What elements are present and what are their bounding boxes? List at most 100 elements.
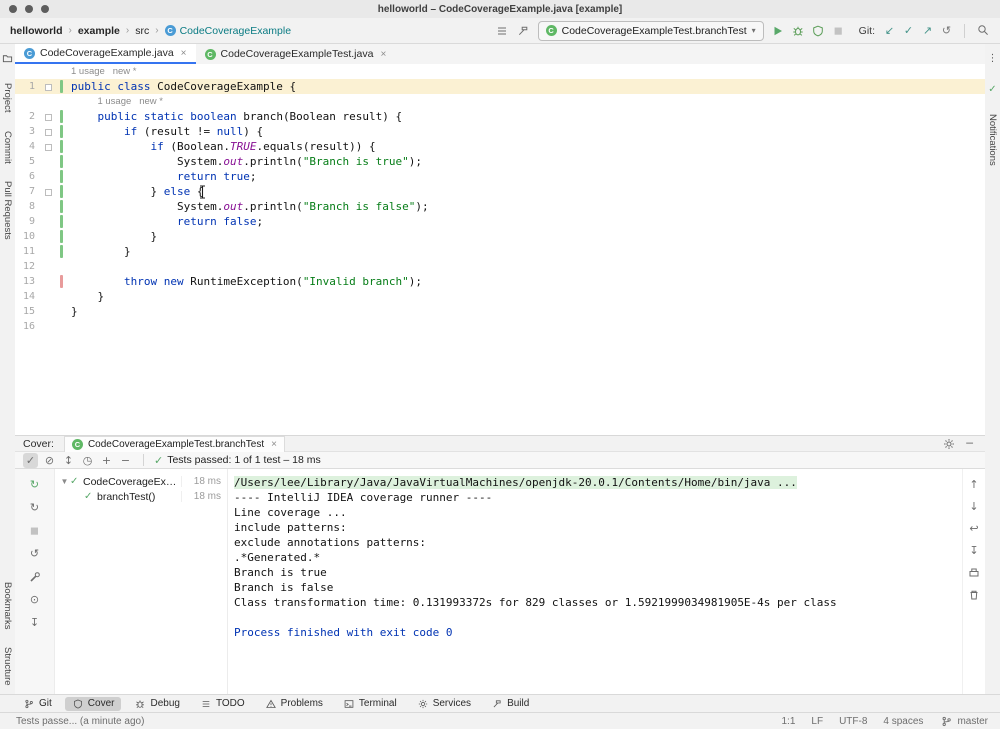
line-number[interactable]: 11 bbox=[15, 244, 37, 259]
code-text[interactable]: if (result != null) { bbox=[67, 124, 263, 139]
code-text[interactable]: public static boolean branch(Boolean res… bbox=[67, 109, 402, 124]
chevron-down-icon[interactable]: ▼ bbox=[59, 477, 70, 486]
line-number[interactable]: 10 bbox=[15, 229, 37, 244]
coverage-marker[interactable] bbox=[60, 200, 63, 213]
coverage-marker[interactable] bbox=[60, 140, 63, 153]
coverage-marker[interactable] bbox=[60, 125, 63, 138]
tool-window-button-terminal[interactable]: Terminal bbox=[336, 697, 404, 711]
commit-icon[interactable]: ✓ bbox=[901, 23, 916, 38]
sort-by-duration-icon[interactable]: ◷ bbox=[80, 453, 95, 468]
tool-window-button-notifications[interactable]: Notifications bbox=[987, 114, 998, 166]
soft-wrap-icon[interactable]: ↩ bbox=[967, 521, 982, 536]
code-text[interactable]: if (Boolean.TRUE.equals(result)) { bbox=[67, 139, 376, 154]
status-widget-lf[interactable]: LF bbox=[811, 716, 823, 727]
line-number[interactable]: 12 bbox=[15, 259, 37, 274]
run-config-selector[interactable]: C CodeCoverageExampleTest.branchTest ▾ bbox=[538, 21, 764, 41]
line-number[interactable]: 1 bbox=[15, 79, 37, 94]
project-folder-icon[interactable] bbox=[1, 52, 14, 65]
test-history-icon[interactable]: ↺ bbox=[27, 546, 42, 561]
scroll-up-icon[interactable]: ↑ bbox=[967, 477, 982, 492]
tool-window-button-problems[interactable]: Problems bbox=[258, 697, 330, 711]
tool-window-button-git[interactable]: Git bbox=[16, 697, 59, 711]
line-number[interactable]: 3 bbox=[15, 124, 37, 139]
inlay-hint[interactable]: 1 usage new * bbox=[67, 94, 163, 109]
stop-button[interactable]: ◼ bbox=[831, 23, 846, 38]
pin-icon[interactable]: ⊙ bbox=[27, 592, 42, 607]
line-number[interactable]: 13 bbox=[15, 274, 37, 289]
breadcrumb-item-src[interactable]: src bbox=[135, 25, 149, 37]
status-widget-utf-8[interactable]: UTF-8 bbox=[839, 716, 867, 727]
coverage-marker[interactable] bbox=[60, 80, 63, 93]
line-number[interactable] bbox=[15, 94, 37, 109]
more-options-icon[interactable]: ⋮ bbox=[986, 52, 999, 65]
code-text[interactable]: public class CodeCoverageExample { bbox=[67, 79, 296, 94]
run-button[interactable] bbox=[771, 23, 786, 38]
inlay-hint[interactable]: 1 usage new * bbox=[67, 64, 137, 79]
test-tree-item[interactable]: ✓branchTest()18 ms bbox=[55, 489, 227, 504]
coverage-marker[interactable] bbox=[60, 110, 63, 123]
code-text[interactable]: System.out.println("Branch is true"); bbox=[67, 154, 422, 169]
tool-window-button-todo[interactable]: TODO bbox=[193, 697, 252, 711]
scroll-to-end-icon[interactable]: ↧ bbox=[967, 543, 982, 558]
settings-gear-icon[interactable] bbox=[941, 436, 956, 451]
status-widget-4-spaces[interactable]: 4 spaces bbox=[883, 716, 923, 727]
code-text[interactable]: return true; bbox=[67, 169, 256, 184]
line-number[interactable]: 5 bbox=[15, 154, 37, 169]
tool-window-button-bookmarks[interactable]: Bookmarks bbox=[2, 582, 13, 630]
rerun-icon[interactable]: ↻ bbox=[27, 477, 42, 492]
coverage-marker[interactable] bbox=[60, 275, 63, 288]
code-text[interactable]: } bbox=[67, 244, 131, 259]
coverage-result-tab[interactable]: C CodeCoverageExampleTest.branchTest × bbox=[64, 436, 285, 452]
tool-window-button-build[interactable]: Build bbox=[484, 697, 536, 711]
line-number[interactable]: 8 bbox=[15, 199, 37, 214]
run-with-coverage-button[interactable] bbox=[811, 23, 826, 38]
scroll-down-icon[interactable]: ↓ bbox=[967, 499, 982, 514]
status-message[interactable]: Tests passe... (a minute ago) bbox=[16, 716, 144, 727]
fold-marker[interactable] bbox=[45, 114, 52, 121]
settings-wrench-icon[interactable] bbox=[27, 569, 42, 584]
code-text[interactable] bbox=[67, 259, 78, 274]
code-text[interactable]: } bbox=[67, 289, 104, 304]
line-number[interactable]: 7 bbox=[15, 184, 37, 199]
tool-window-button-debug[interactable]: Debug bbox=[127, 697, 186, 711]
push-icon[interactable]: ↗ bbox=[920, 23, 935, 38]
history-icon[interactable]: ↺ bbox=[939, 23, 954, 38]
collapse-all-icon[interactable]: − bbox=[118, 453, 133, 468]
code-text[interactable]: throw new RuntimeException("Invalid bran… bbox=[67, 274, 422, 289]
coverage-marker[interactable] bbox=[60, 185, 63, 198]
code-text[interactable]: } bbox=[67, 304, 78, 319]
tool-window-button-services[interactable]: Services bbox=[410, 697, 478, 711]
code-editor[interactable]: 1 usage new * 1 public class CodeCoverageE… bbox=[15, 64, 985, 435]
code-text[interactable]: return false; bbox=[67, 214, 263, 229]
close-tab-icon[interactable]: × bbox=[181, 48, 187, 59]
git-branch-widget[interactable]: master bbox=[939, 714, 988, 729]
rerun-failed-icon[interactable]: ↻ bbox=[27, 500, 42, 515]
coverage-marker[interactable] bbox=[60, 230, 63, 243]
coverage-marker[interactable] bbox=[60, 215, 63, 228]
line-number[interactable]: 2 bbox=[15, 109, 37, 124]
line-number[interactable]: 9 bbox=[15, 214, 37, 229]
code-text[interactable]: } bbox=[67, 229, 157, 244]
editor-tab-codecoverageexample-java[interactable]: CCodeCoverageExample.java× bbox=[15, 44, 196, 64]
line-number[interactable] bbox=[15, 64, 37, 79]
breadcrumb-item-helloworld[interactable]: helloworld bbox=[10, 25, 63, 37]
tool-window-button-commit[interactable]: Commit bbox=[2, 131, 13, 164]
tool-window-button-structure[interactable]: Structure bbox=[2, 647, 13, 686]
fold-marker[interactable] bbox=[45, 84, 52, 91]
coverage-marker[interactable] bbox=[60, 155, 63, 168]
code-text[interactable]: System.out.println("Branch is false"); bbox=[67, 199, 429, 214]
line-number[interactable]: 16 bbox=[15, 319, 37, 334]
sort-alphabetically-icon[interactable]: ↕ bbox=[61, 453, 76, 468]
expand-all-icon[interactable]: + bbox=[99, 453, 114, 468]
coverage-marker[interactable] bbox=[60, 245, 63, 258]
import-tests-icon[interactable]: ↧ bbox=[27, 615, 42, 630]
show-ignored-filter-icon[interactable]: ⊘ bbox=[42, 453, 57, 468]
build-hammer-icon[interactable] bbox=[516, 23, 531, 38]
print-icon[interactable] bbox=[967, 565, 982, 580]
line-number[interactable]: 15 bbox=[15, 304, 37, 319]
search-icon[interactable] bbox=[975, 22, 990, 37]
editor-tab-codecoverageexampletest-java[interactable]: CCodeCoverageExampleTest.java× bbox=[196, 44, 396, 64]
navigation-list-icon[interactable] bbox=[495, 23, 510, 38]
code-text[interactable] bbox=[67, 319, 78, 334]
close-tab-icon[interactable]: × bbox=[271, 439, 277, 450]
